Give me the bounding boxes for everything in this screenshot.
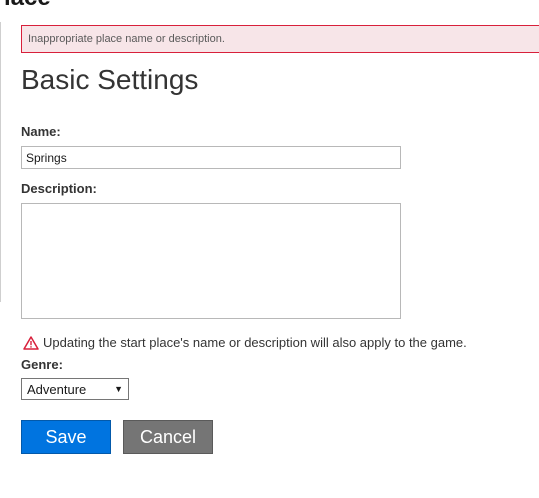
section-title: Basic Settings: [21, 64, 199, 95]
cancel-button[interactable]: Cancel: [123, 420, 213, 454]
warning-message: Updating the start place's name or descr…: [23, 335, 467, 350]
content-divider: [0, 22, 1, 302]
name-input[interactable]: [21, 146, 401, 169]
genre-select[interactable]: Adventure ▼: [21, 378, 129, 400]
genre-label: Genre:: [21, 357, 63, 372]
caret-down-icon: ▼: [114, 384, 123, 394]
error-banner: Inappropriate place name or description.: [21, 25, 539, 53]
warning-triangle-icon: [23, 335, 39, 350]
genre-selected-value: Adventure: [27, 381, 87, 397]
save-button[interactable]: Save: [21, 420, 111, 454]
description-textarea[interactable]: [21, 203, 401, 319]
warning-text: Updating the start place's name or descr…: [43, 335, 467, 350]
description-label: Description:: [21, 181, 97, 196]
name-label: Name:: [21, 124, 61, 139]
page-heading: lace: [4, 0, 51, 6]
